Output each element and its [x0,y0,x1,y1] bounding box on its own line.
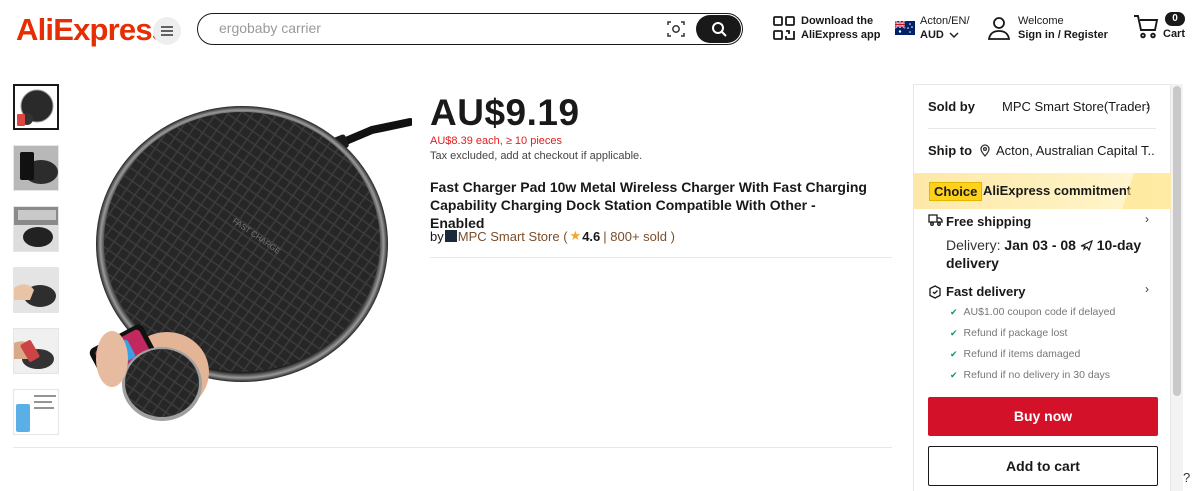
product-price: AU$9.19 [430,92,580,133]
locale-selector[interactable]: Acton/EN/ AUD [895,14,970,42]
search-bar [197,13,743,45]
panel-divider [928,128,1156,129]
free-shipping-label[interactable]: Free shipping [946,214,1031,229]
download-line2: AliExpress app [801,29,881,41]
scrollbar-thumb[interactable] [1173,86,1181,396]
guarantee-item: ✔ Refund if package lost [950,327,1067,339]
bulk-price: AU$8.39 each, ≥ 10 pieces [430,135,563,147]
thumbnail-list [13,84,61,450]
location-pin-icon [980,144,990,157]
account-link[interactable]: Welcome Sign in / Register [988,14,1108,42]
guarantee-item: ✔ AU$1.00 coupon code if delayed [950,306,1115,318]
guarantee-item: ✔ Refund if no delivery in 30 days [950,369,1110,381]
purchase-panel: Sold by MPC Smart Store(Trader) › Ship t… [913,84,1172,491]
user-icon [988,17,1010,40]
delivery-dates: Jan 03 - 08 [1004,237,1076,253]
cart-label: Cart [1163,28,1186,40]
product-main-image[interactable]: FAST CHARGE [72,84,414,424]
choice-commitment-text: AliExpress commitment [983,183,1132,198]
open-paren: ( [559,228,568,244]
locale-line1: Acton/EN/ [920,15,970,27]
store-logo-icon [444,230,457,242]
guarantee-text: Refund if items damaged [963,348,1081,360]
aliexpress-logo[interactable]: AliExpress [16,12,169,48]
plane-icon [1080,239,1093,252]
chevron-right-icon: › [1146,99,1150,113]
info-divider [430,257,892,258]
sold-count: 800+ sold [610,228,668,244]
site-header: AliExpress Download the AliExpress app [0,0,1200,60]
by-prefix: by [430,228,444,244]
chevron-right-icon[interactable]: › [1145,212,1149,226]
guarantee-item: ✔ Refund if items damaged [950,348,1080,360]
fast-delivery-icon [929,285,941,299]
truck-icon [928,214,943,226]
check-icon: ✔ [950,348,958,359]
thumbnail-6[interactable] [13,389,59,435]
delivery-estimate: Delivery: Jan 03 - 08 10-day delivery [946,236,1156,272]
store-byline: by MPC Smart Store ( ★ 4.6 | 800+ sold ) [430,228,675,244]
search-input[interactable] [219,20,639,36]
ship-to-location[interactable]: Acton, Australian Capital T... [996,143,1156,158]
help-icon[interactable]: ? [1183,470,1190,485]
rating-value: 4.6 [582,228,601,244]
guarantee-text: Refund if package lost [963,327,1068,339]
buy-now-button[interactable]: Buy now [928,397,1158,436]
check-icon: ✔ [950,327,958,338]
star-icon: ★ [569,228,582,243]
sold-by-label: Sold by [928,99,975,114]
delivery-prefix: Delivery: [946,237,1001,253]
chevron-down-icon [949,32,959,38]
cart-count-badge: 0 [1165,12,1185,26]
logo-text: AliExpress [16,12,169,47]
menu-button[interactable] [153,17,181,45]
shopping-cart-icon [1134,15,1159,39]
welcome-text: Welcome [1018,15,1064,27]
download-line1: Download the [801,15,874,27]
check-icon: ✔ [950,306,958,317]
close-paren: ) [667,228,675,244]
camera-search-icon[interactable] [665,19,687,39]
thumbnail-4[interactable] [13,267,59,313]
product-title: Fast Charger Pad 10w Metal Wireless Char… [430,179,867,231]
australia-flag-icon [895,21,915,35]
gallery-divider [13,447,892,448]
thumbnail-1[interactable] [13,84,59,130]
choice-badge: Choice [929,182,983,201]
thumbnail-2[interactable] [13,145,59,191]
cart-link[interactable] [1133,14,1159,40]
separator: | [603,228,611,244]
thumbnail-3[interactable] [13,206,59,252]
tax-note: Tax excluded, add at checkout if applica… [430,150,643,162]
choice-commitment-banner[interactable]: Choice AliExpress commitment [914,173,1172,209]
guarantee-text: Refund if no delivery in 30 days [963,369,1111,381]
store-name-link[interactable]: MPC Smart Store [458,229,560,244]
qr-code-icon [773,16,795,40]
guarantee-text: AU$1.00 coupon code if delayed [963,306,1116,318]
hamburger-icon [161,26,173,36]
download-app-link[interactable]: Download the AliExpress app [773,14,880,42]
sold-by-store-link[interactable]: MPC Smart Store(Trader) [1002,99,1150,114]
fast-delivery-label[interactable]: Fast delivery [946,284,1026,299]
ship-to-label: Ship to [928,143,973,158]
check-icon: ✔ [950,369,958,380]
sign-in-register-link: Sign in / Register [1018,29,1108,41]
currency-label: AUD [920,29,944,41]
chevron-right-icon[interactable]: › [1145,282,1149,296]
search-icon [711,22,727,37]
add-to-cart-button[interactable]: Add to cart [928,446,1158,486]
search-button[interactable] [696,15,741,43]
thumbnail-5[interactable] [13,328,59,374]
